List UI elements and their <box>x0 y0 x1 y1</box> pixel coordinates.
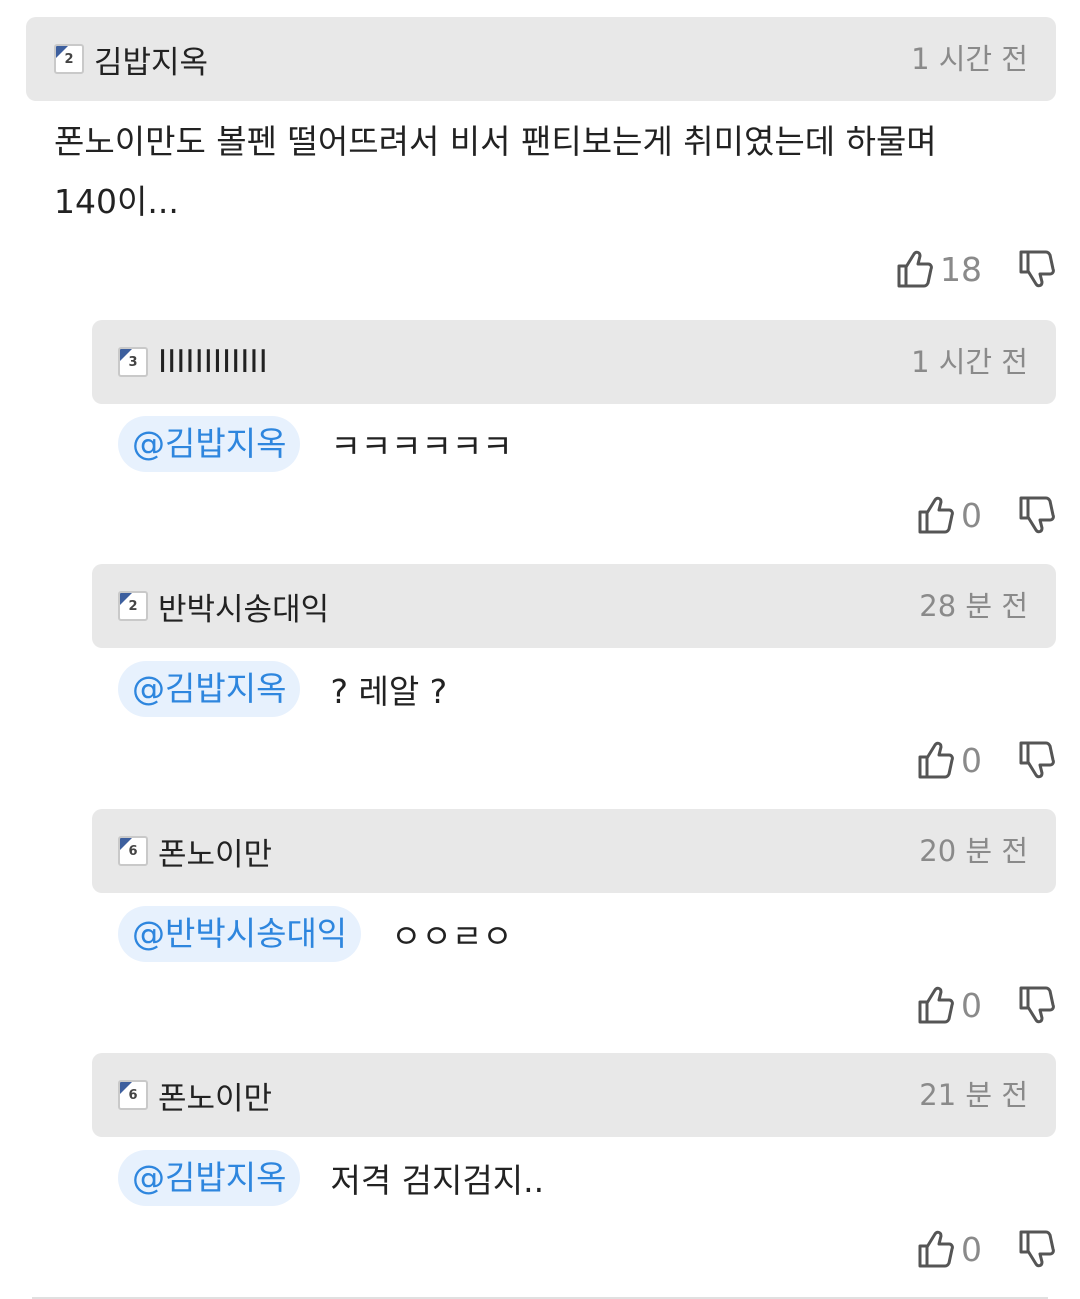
reply-header: 6 폰노이만 21 분 전 <box>92 1053 1056 1137</box>
comment-text: 폰노이만도 볼펜 떨어뜨려서 비서 팬티보는게 취미였는데 하물며 140이..… <box>54 122 937 221</box>
like-count: 0 <box>961 495 982 535</box>
reply-header: 6 폰노이만 20 분 전 <box>92 809 1056 893</box>
comment-time: 1 시간 전 <box>911 42 1028 76</box>
vote-bar: 0 <box>915 1228 1056 1270</box>
like-count: 0 <box>961 740 982 780</box>
author-name[interactable]: IIIIIIIIIIII <box>158 344 268 380</box>
vote-bar: 0 <box>915 984 1056 1026</box>
vote-bar: 0 <box>915 494 1056 536</box>
comment-time: 1 시간 전 <box>911 345 1028 379</box>
reply-header: 3 IIIIIIIIIIII 1 시간 전 <box>92 320 1056 404</box>
thumbs-up-icon[interactable] <box>915 739 955 781</box>
mention-tag[interactable]: @반박시송대익 <box>118 906 362 962</box>
reply-header: 2 반박시송대익 28 분 전 <box>92 564 1056 648</box>
level-badge-icon: 6 <box>118 836 148 866</box>
thumbs-up-icon[interactable] <box>894 248 934 290</box>
level-badge-icon: 6 <box>118 1080 148 1110</box>
thumbs-down-icon[interactable] <box>1016 248 1056 290</box>
author-name[interactable]: 폰노이만 <box>158 1073 272 1118</box>
thumbs-down-icon[interactable] <box>1016 984 1056 1026</box>
reply-text: ? 레알 ? <box>330 672 448 711</box>
reply-text: ㅇㅇㄹㅇ <box>391 917 513 956</box>
mention-tag[interactable]: @김밥지옥 <box>118 416 301 472</box>
mention-tag[interactable]: @김밥지옥 <box>118 661 301 717</box>
comment-time: 20 분 전 <box>919 834 1028 868</box>
author-name[interactable]: 폰노이만 <box>158 829 272 874</box>
thumbs-down-icon[interactable] <box>1016 1228 1056 1270</box>
level-badge-icon: 2 <box>118 591 148 621</box>
author-name[interactable]: 김밥지옥 <box>94 37 208 82</box>
reply-text: ㅋㅋㅋㅋㅋㅋ <box>330 427 513 466</box>
thumbs-up-icon[interactable] <box>915 1228 955 1270</box>
thumbs-up-icon[interactable] <box>915 984 955 1026</box>
like-count: 18 <box>940 249 982 289</box>
reply-text: 저격 검지검지.. <box>330 1161 545 1200</box>
like-count: 0 <box>961 985 982 1025</box>
thumbs-down-icon[interactable] <box>1016 494 1056 536</box>
like-count: 0 <box>961 1229 982 1269</box>
mention-tag[interactable]: @김밥지옥 <box>118 1150 301 1206</box>
thumbs-up-icon[interactable] <box>915 494 955 536</box>
vote-bar: 0 <box>915 739 1056 781</box>
comment-header: 2 김밥지옥 1 시간 전 <box>26 17 1056 101</box>
vote-bar: 18 <box>894 248 1056 290</box>
author-name[interactable]: 반박시송대익 <box>158 584 329 629</box>
level-badge-icon: 3 <box>118 347 148 377</box>
comment-time: 28 분 전 <box>919 589 1028 623</box>
level-badge-icon: 2 <box>54 44 84 74</box>
comment-time: 21 분 전 <box>919 1078 1028 1112</box>
thumbs-down-icon[interactable] <box>1016 739 1056 781</box>
